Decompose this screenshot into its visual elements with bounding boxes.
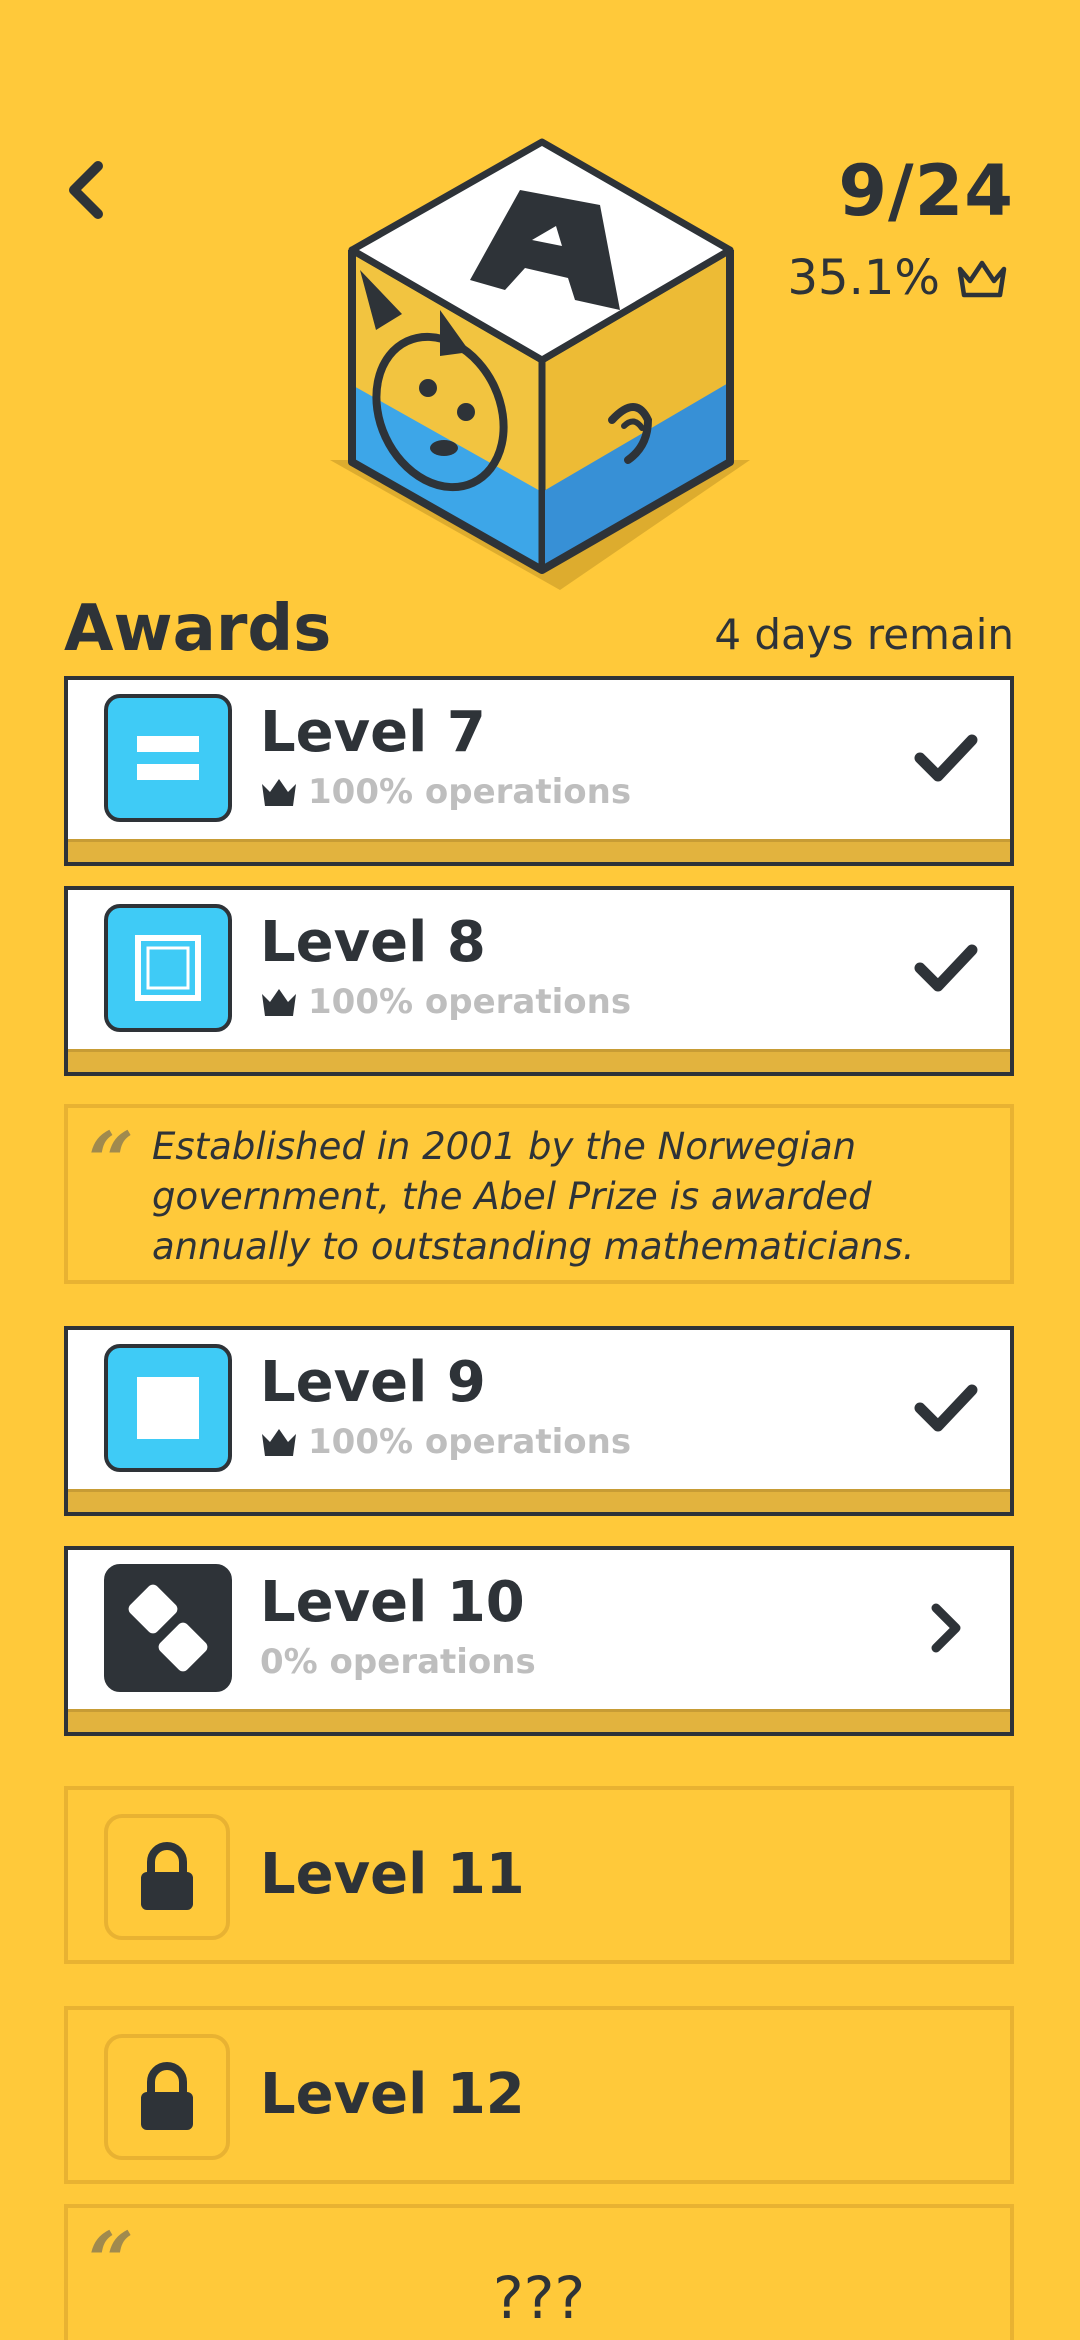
lock-icon [141,1842,193,1910]
awards-heading: Awards [64,592,332,666]
level-operations: 0% operations [260,1642,536,1682]
level-operations: 100% operations [308,982,632,1022]
crown-outline-icon [957,260,1007,298]
locked-level-card: Level 12 [64,2006,1014,2184]
crown-percentage: 35.1% [788,250,1010,306]
open-level-button[interactable] [910,1592,982,1664]
hidden-quote-text: ??? [492,2264,586,2332]
level-icon-tile [104,1564,232,1692]
equals-icon [137,736,199,780]
level-title: Level 7 [260,700,486,765]
level-card[interactable]: Level 8 100% operations [64,886,1014,1076]
quote-card: “ Established in 2001 by the Norwegian g… [64,1104,1014,1284]
level-title: Level 9 [260,1350,486,1415]
square-outline-icon [135,935,201,1001]
check-icon [914,734,978,782]
hidden-quote-card: “ ??? [64,2204,1014,2340]
level-title: Level 8 [260,910,486,975]
check-icon [914,1384,978,1432]
completed-check [910,722,982,794]
level-card[interactable]: Level 9 100% operations [64,1326,1014,1516]
letter-cube-illustration [330,138,750,590]
level-card[interactable]: Level 7 100% operations [64,676,1014,866]
level-progress-count: 9/24 [838,150,1014,232]
level-title: Level 10 [260,1570,525,1635]
crown-icon [262,989,296,1016]
level-title: Level 11 [260,1842,525,1907]
crown-icon [262,1429,296,1456]
level-operations: 100% operations [308,772,632,812]
locked-level-card: Level 11 [64,1786,1014,1964]
check-icon [914,944,978,992]
level-subtitle: 100% operations [260,1422,631,1462]
locked-icon-tile [104,2034,230,2160]
lock-icon [141,2062,193,2130]
chevron-right-icon [931,1603,961,1653]
level-card[interactable]: Level 10 0% operations [64,1546,1014,1736]
dominoes-icon [128,1584,208,1672]
level-subtitle: 0% operations [260,1642,536,1682]
completed-check [910,1372,982,1444]
quote-text: Established in 2001 by the Norwegian gov… [152,1125,915,1268]
completed-check [910,932,982,1004]
level-icon-tile [104,694,232,822]
level-subtitle: 100% operations [260,982,631,1022]
level-icon-tile [104,904,232,1032]
quote-mark-icon: “ [88,1114,135,1208]
days-remaining: 4 days remain [714,610,1014,659]
locked-icon-tile [104,1814,230,1940]
level-subtitle: 100% operations [260,772,631,812]
crown-percentage-value: 35.1% [787,250,940,306]
chevron-left-icon [69,161,103,219]
level-operations: 100% operations [308,1422,632,1462]
back-button[interactable] [56,150,116,230]
level-icon-tile [104,1344,232,1472]
level-title: Level 12 [260,2062,525,2127]
crown-icon [262,779,296,806]
square-filled-icon [137,1377,199,1439]
